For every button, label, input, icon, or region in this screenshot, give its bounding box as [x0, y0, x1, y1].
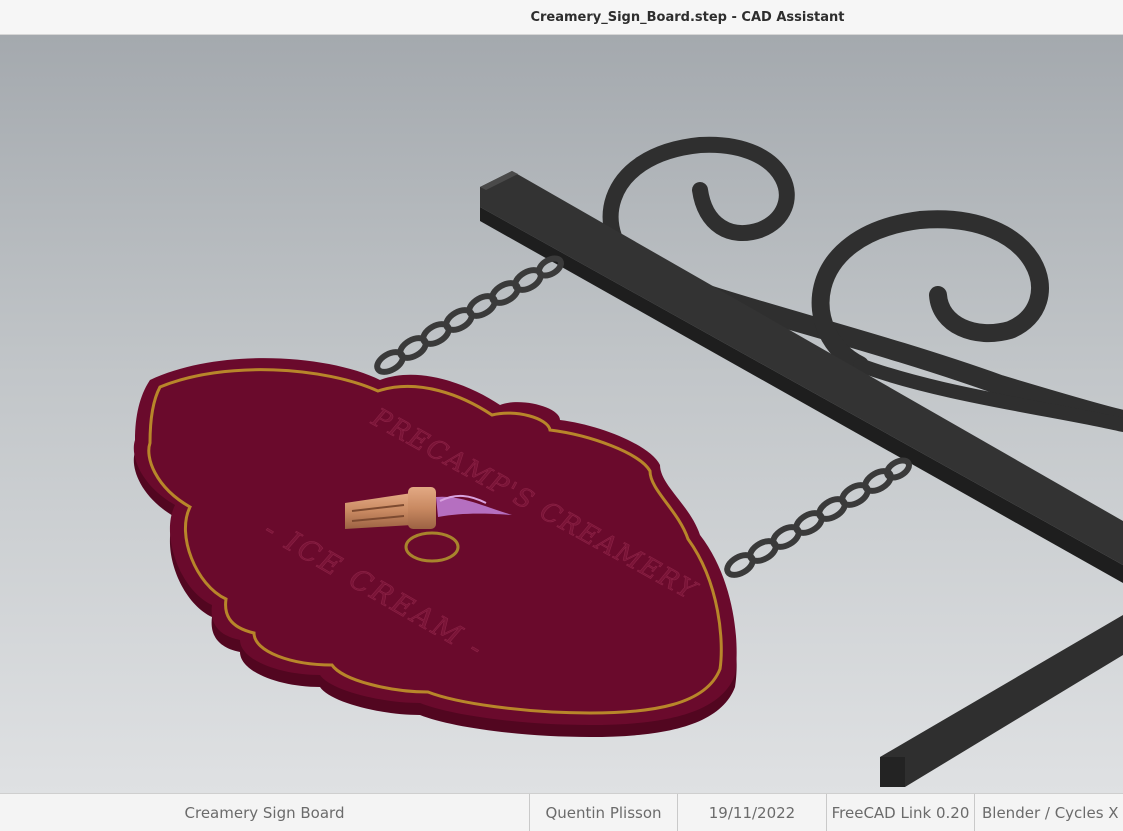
- status-date: 19/11/2022: [678, 794, 827, 831]
- chain-left: [374, 255, 564, 375]
- status-author: Quentin Plisson: [530, 794, 678, 831]
- status-source-tool: FreeCAD Link 0.20: [827, 794, 975, 831]
- statusbar: Creamery Sign Board Quentin Plisson 19/1…: [0, 793, 1123, 831]
- chain-right: [724, 457, 912, 578]
- viewport-scene: PRECAMP'S CREAMERY - ICE CREAM -: [133, 136, 1123, 787]
- window-title: Creamery_Sign_Board.step - CAD Assistant: [530, 9, 845, 25]
- sign-board: PRECAMP'S CREAMERY - ICE CREAM -: [133, 358, 737, 737]
- bracket-lower-bar: [880, 615, 1123, 787]
- status-model-name: Creamery Sign Board: [0, 794, 530, 831]
- 3d-viewport[interactable]: PRECAMP'S CREAMERY - ICE CREAM -: [0, 35, 1123, 793]
- window-titlebar: Creamery_Sign_Board.step - CAD Assistant: [0, 0, 1123, 35]
- status-renderer: Blender / Cycles X: [982, 803, 1119, 822]
